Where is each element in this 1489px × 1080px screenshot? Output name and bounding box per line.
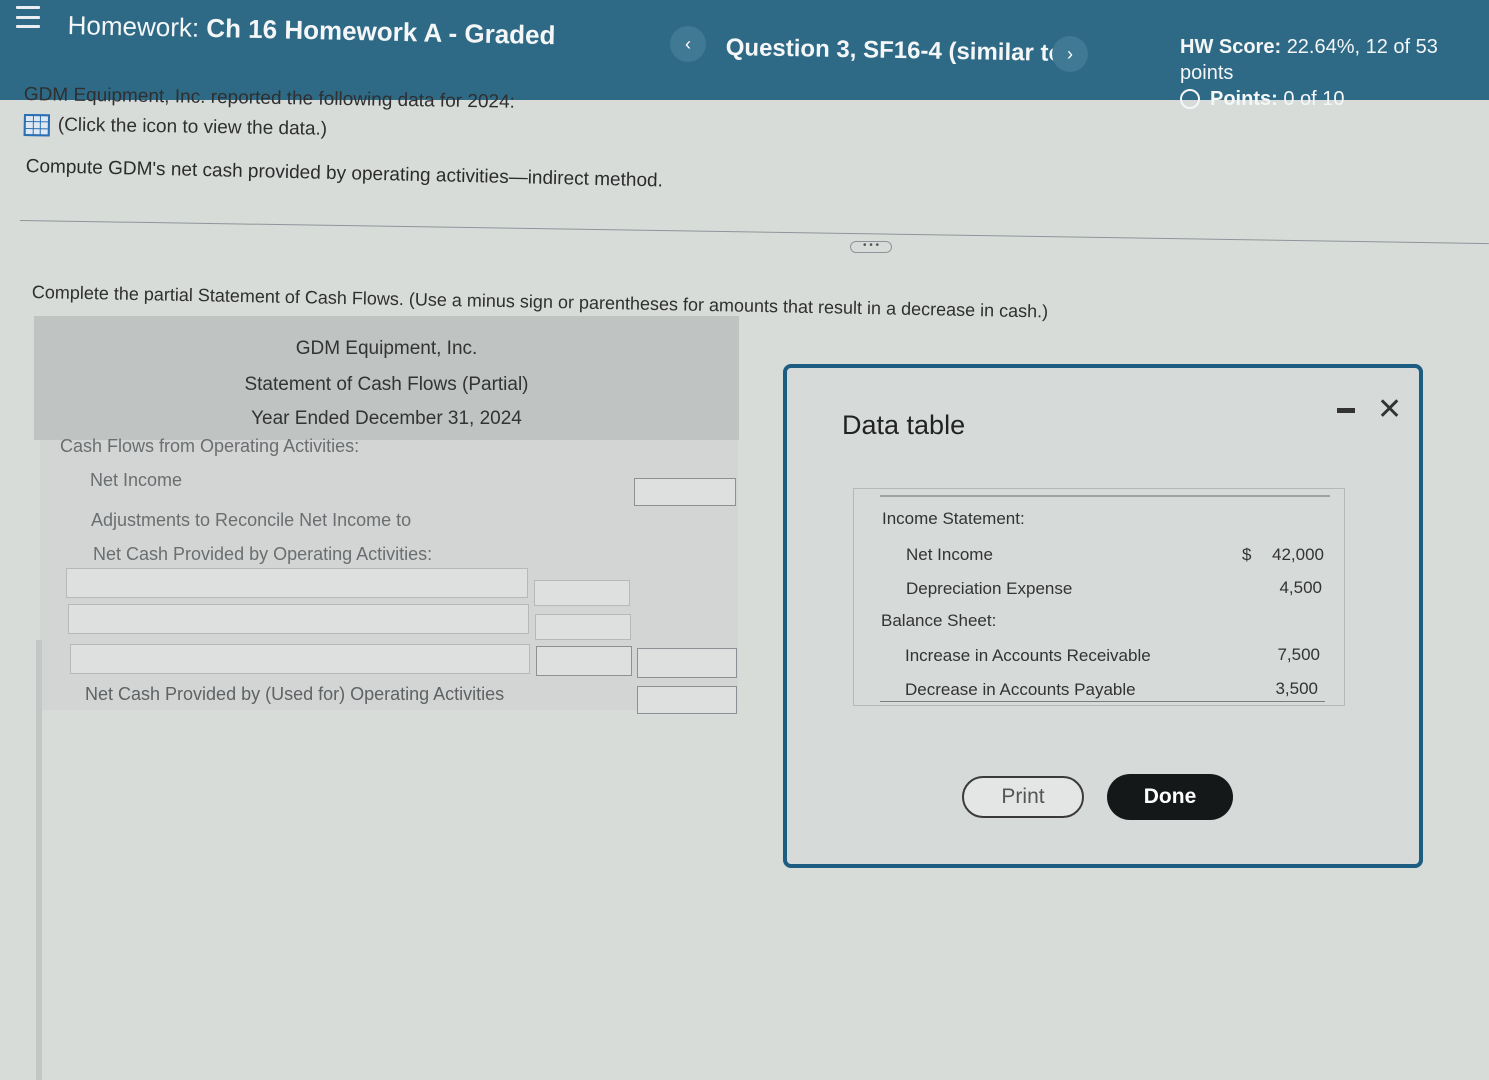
depreciation-row-label: Depreciation Expense [906, 579, 1073, 598]
table-top-rule [880, 495, 1330, 497]
data-table-icon[interactable] [23, 114, 50, 137]
done-button[interactable]: Done [1107, 774, 1233, 820]
adjustment-label-input-3[interactable] [70, 644, 530, 674]
chevron-left-icon[interactable]: ‹ [670, 26, 706, 62]
question-intro: GDM Equipment, Inc. reported the followi… [23, 84, 516, 113]
income-statement-label: Income Statement: [882, 509, 1025, 528]
adjustment-label-input-1[interactable] [66, 568, 528, 598]
homework-prefix: Homework: [67, 10, 200, 43]
ar-value: 7,500 [1277, 645, 1320, 664]
section-label: Cash Flows from Operating Activities: [60, 436, 360, 456]
hw-score-label: HW Score: [1180, 36, 1282, 58]
net-income-input[interactable] [634, 478, 736, 506]
adjustment-amount-input-1[interactable] [534, 580, 630, 606]
table-bottom-rule [880, 701, 1325, 702]
total-label: Net Cash Provided by (Used for) Operatin… [85, 684, 505, 704]
statement-header: GDM Equipment, Inc. Statement of Cash Fl… [34, 316, 739, 440]
points-label: Points: [1210, 88, 1278, 110]
ap-value: 3,500 [1275, 679, 1318, 698]
homework-title: Homework: Ch 16 Homework A - Graded [67, 10, 555, 51]
points-value: 0 of 10 [1283, 88, 1345, 110]
page-edge [36, 640, 42, 1080]
hamburger-menu-icon[interactable] [16, 6, 40, 28]
points-circle-icon [1180, 89, 1200, 109]
divider [19, 220, 1489, 245]
adjustment-label-input-2[interactable] [68, 604, 529, 634]
chevron-right-icon[interactable]: › [1052, 36, 1088, 72]
ap-row-label: Decrease in Accounts Payable [905, 680, 1136, 699]
print-button[interactable]: Print [962, 776, 1084, 818]
total-adjustments-input[interactable] [637, 648, 737, 678]
balance-sheet-label: Balance Sheet: [881, 611, 997, 630]
question-task: Compute GDM's net cash provided by opera… [25, 156, 664, 192]
data-link[interactable]: (Click the icon to view the data.) [23, 114, 515, 144]
data-table: Income Statement: Net Income $ 42,000 De… [853, 488, 1345, 706]
homework-name: Ch 16 Homework A - Graded [206, 12, 556, 51]
data-table-modal: Data table ✕ Income Statement: Net Incom… [783, 364, 1423, 868]
minimize-icon[interactable] [1337, 408, 1355, 413]
question-text: GDM Equipment, Inc. reported the followi… [23, 84, 516, 140]
expander-button[interactable]: • • • [850, 241, 892, 253]
net-cash-input[interactable] [637, 686, 737, 714]
modal-title: Data table [842, 410, 966, 440]
depreciation-value: 4,500 [1279, 578, 1322, 597]
statement-title: Statement of Cash Flows (Partial) [244, 374, 529, 395]
net-income-row-label: Net Income [906, 545, 993, 564]
statement-period: Year Ended December 31, 2024 [251, 408, 522, 429]
net-income-value: 42,000 [1272, 545, 1324, 564]
statement-company: GDM Equipment, Inc. [295, 338, 478, 359]
close-icon[interactable]: ✕ [1377, 392, 1402, 427]
question-title: Question 3, SF16-4 (similar to) [725, 34, 1072, 68]
adjustments-label-2: Net Cash Provided by Operating Activitie… [93, 544, 433, 564]
adjustments-label-1: Adjustments to Reconcile Net Income to [91, 510, 412, 530]
net-income-label: Net Income [90, 470, 183, 490]
data-link-text: (Click the icon to view the data.) [57, 114, 328, 140]
statement-body: Cash Flows from Operating Activities: Ne… [40, 436, 738, 714]
adjustment-amount-input-3[interactable] [536, 646, 632, 676]
ar-row-label: Increase in Accounts Receivable [905, 646, 1151, 665]
score-panel: HW Score: 22.64%, 12 of 53 points Points… [1180, 34, 1489, 112]
adjustment-amount-input-2[interactable] [535, 614, 631, 640]
